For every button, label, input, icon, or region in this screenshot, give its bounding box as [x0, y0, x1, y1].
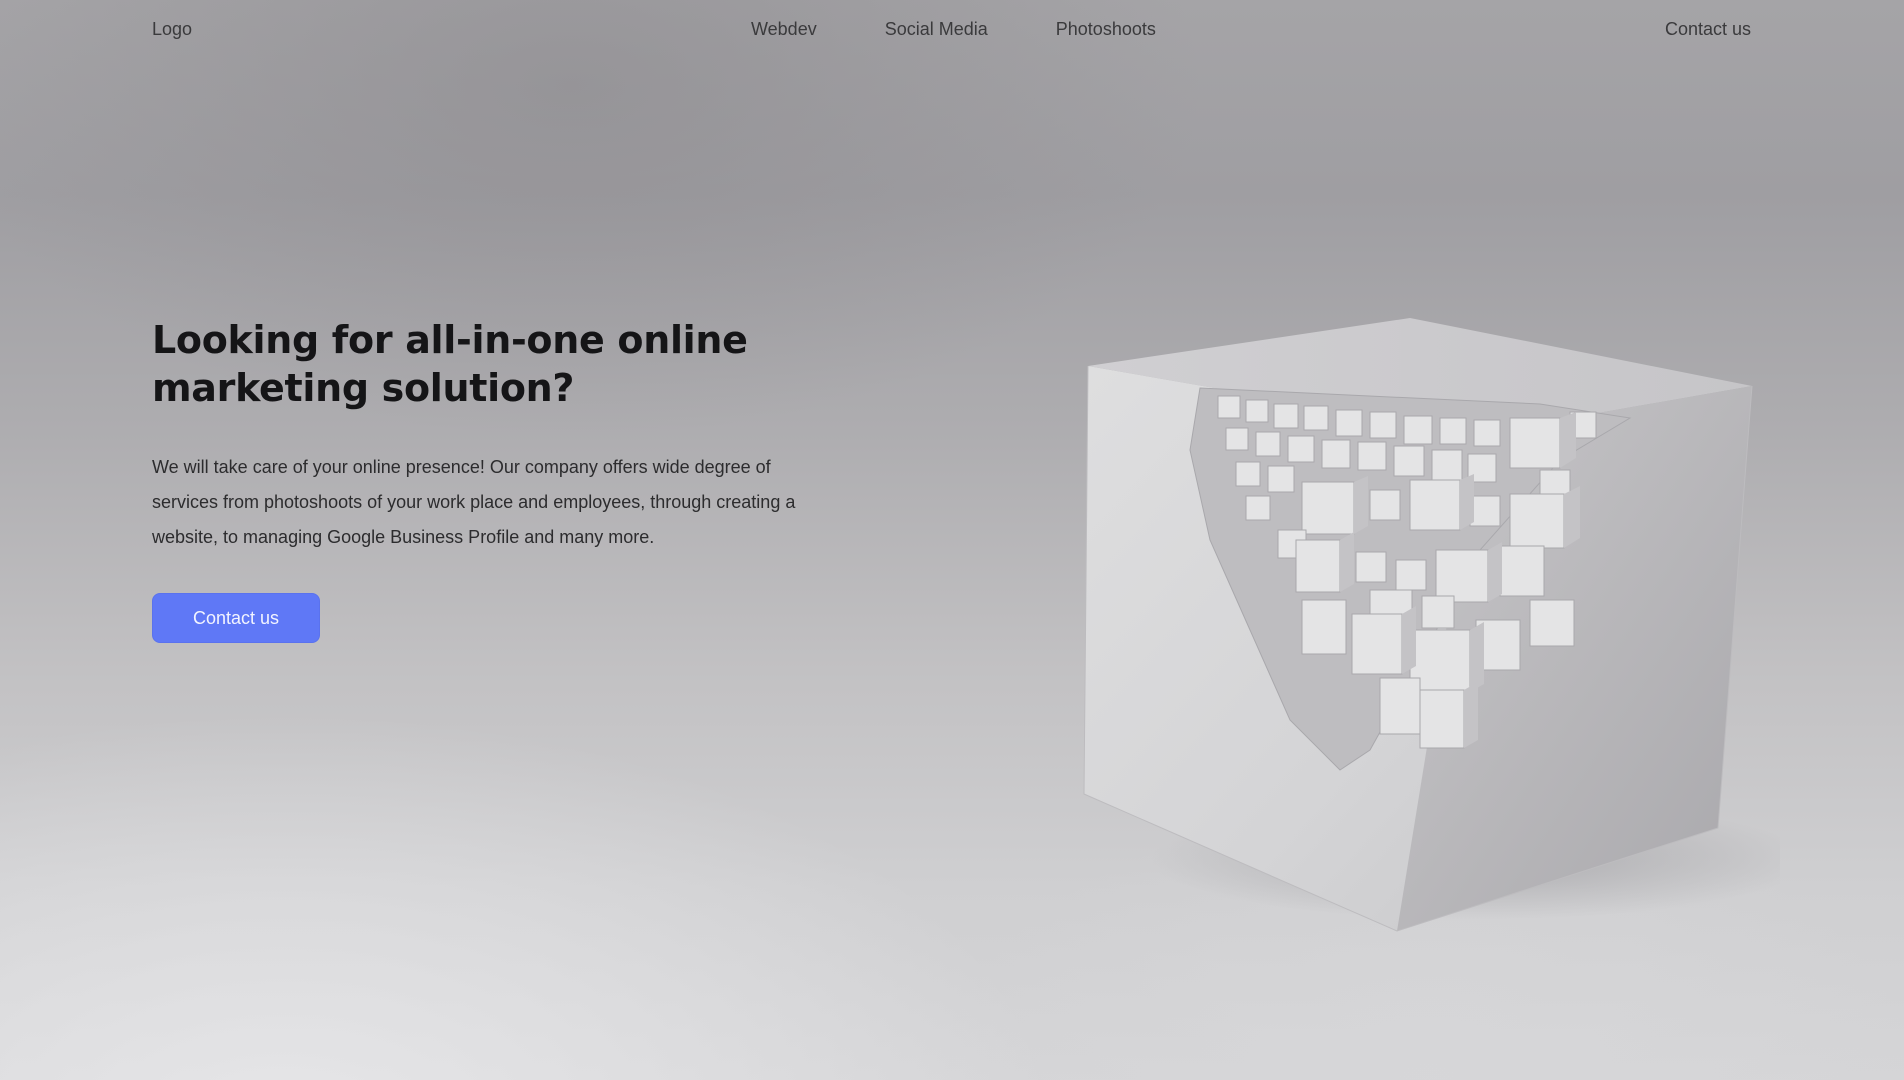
nav-item-photoshoots[interactable]: Photoshoots: [1056, 19, 1156, 40]
hero-section: Looking for all-in-one online marketing …: [152, 316, 812, 643]
nav-contact-link[interactable]: Contact us: [1665, 19, 1751, 40]
main-menu: Webdev Social Media Photoshoots: [751, 19, 1156, 40]
logo-link[interactable]: Logo: [152, 19, 192, 40]
hero-title: Looking for all-in-one online marketing …: [152, 318, 748, 410]
landing-page: Logo Webdev Social Media Photoshoots Con…: [0, 0, 1904, 1080]
top-navigation: Logo Webdev Social Media Photoshoots Con…: [0, 0, 1904, 58]
cube-illustration: [1083, 318, 1780, 932]
nav-item-webdev[interactable]: Webdev: [751, 19, 817, 40]
hero-description: We will take care of your online presenc…: [152, 457, 796, 547]
contact-us-button[interactable]: Contact us: [152, 593, 320, 643]
nav-item-social-media[interactable]: Social Media: [885, 19, 988, 40]
